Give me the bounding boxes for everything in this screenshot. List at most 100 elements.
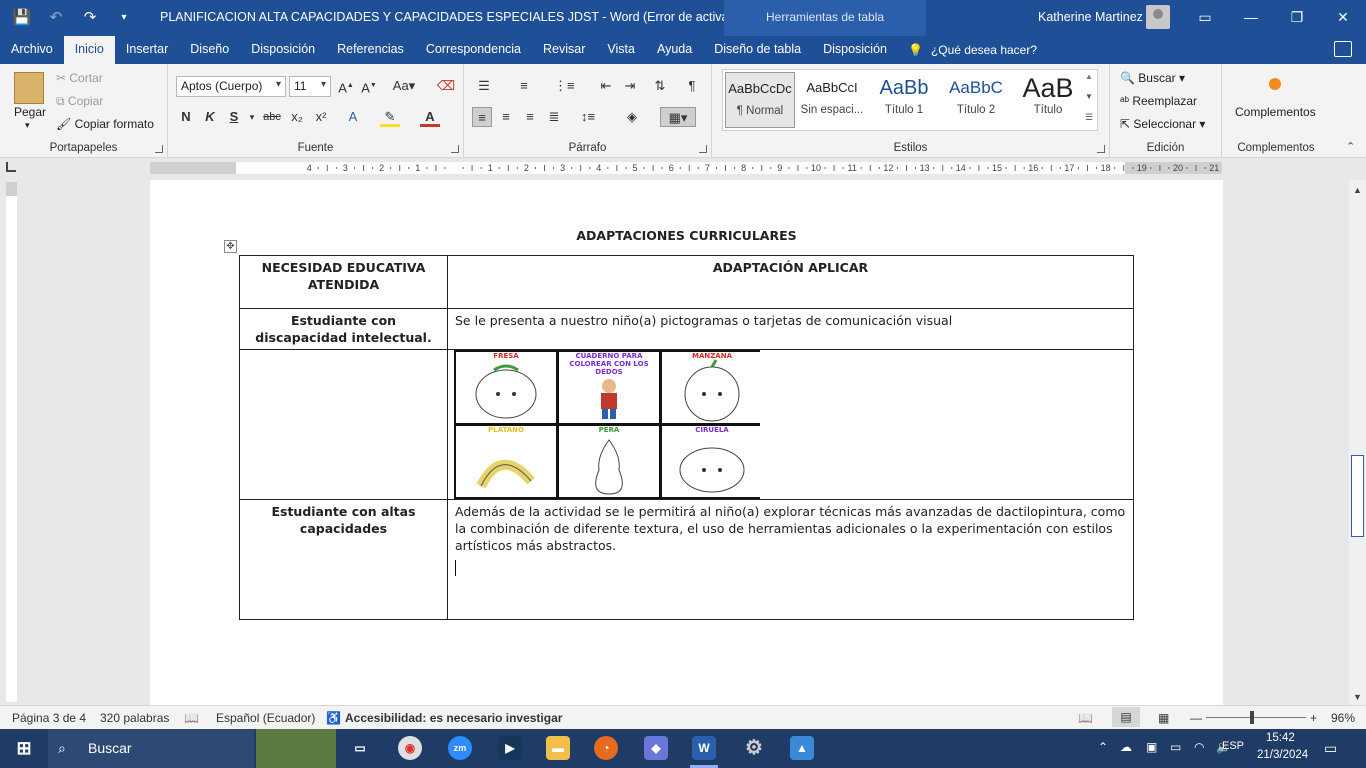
comments-icon[interactable] [1334,41,1352,57]
paste-icon[interactable] [14,72,44,104]
zoom-in-icon[interactable]: + [1310,711,1317,725]
strikethrough-icon[interactable]: abc [262,107,282,127]
italic-icon[interactable]: K [200,107,220,127]
addins-button[interactable]: Complementos [1235,105,1316,119]
scroll-down-icon[interactable]: ▼ [1349,689,1366,705]
styles-scroll-up-icon[interactable]: ▲ [1085,72,1093,81]
decrease-indent-icon[interactable]: ⇤ [596,76,616,96]
paragraph-launcher-icon[interactable] [699,145,707,153]
close-icon[interactable]: ✕ [1320,0,1366,34]
print-layout-icon[interactable]: ▤ [1112,707,1140,727]
tab-diseno[interactable]: Diseño [179,36,240,64]
highlight-icon[interactable]: ✎ [380,107,400,127]
zoom-slider[interactable] [1206,717,1306,718]
restore-icon[interactable]: ❐ [1274,0,1320,34]
clock-date[interactable]: 21/3/2024 [1257,749,1308,761]
task-view-icon[interactable]: ▭ [348,736,372,760]
zoom-level[interactable]: 96% [1331,711,1355,725]
shading-icon[interactable]: ◈ [622,107,642,127]
cloud-icon[interactable]: ☁ [1120,740,1132,754]
style-no-spacing[interactable]: AaBbCcI Sin espaci... [797,72,867,128]
text-effects-icon[interactable]: A [343,107,363,127]
web-layout-icon[interactable]: ▦ [1158,711,1169,725]
clock-time[interactable]: 15:42 [1266,732,1295,744]
copy-button[interactable]: ⧉ Copiar [56,94,103,109]
grow-font-icon[interactable]: A▲ [336,76,356,96]
firefox-icon[interactable]: ◔ [594,736,618,760]
windows-start-icon[interactable]: ⊞ [12,736,36,760]
tab-correspondencia[interactable]: Correspondencia [415,36,532,64]
subscript-icon[interactable]: x₂ [287,107,307,127]
app-icon[interactable]: ▶ [498,736,522,760]
word-count[interactable]: 320 palabras [100,711,169,725]
word-icon[interactable]: W [692,736,716,760]
paste-dropdown-icon[interactable]: ▾ [25,120,30,131]
wifi-icon[interactable]: ◠ [1194,740,1204,754]
align-right-icon[interactable]: ≡ [520,107,540,127]
tab-insertar[interactable]: Insertar [115,36,179,64]
redo-icon[interactable]: ↷ [80,8,100,28]
tab-referencias[interactable]: Referencias [326,36,415,64]
battery-icon[interactable]: ▭ [1170,740,1181,754]
styles-scroll-down-icon[interactable]: ▼ [1085,92,1093,101]
table-move-handle-icon[interactable]: ✥ [224,240,237,253]
vertical-scrollbar[interactable]: ▲ ▼ [1349,180,1366,705]
tab-selector-icon[interactable] [6,162,16,172]
vertical-ruler[interactable] [6,182,17,702]
bullets-icon[interactable]: ☰ [474,76,494,96]
font-color-icon[interactable]: A [420,107,440,127]
customize-qat-icon[interactable]: ▾ [114,8,134,28]
minimize-icon[interactable]: — [1228,0,1274,34]
justify-icon[interactable]: ≣ [544,107,564,127]
addins-icon[interactable] [1269,78,1281,90]
app-2-icon[interactable]: ◆ [644,736,668,760]
tab-archivo[interactable]: Archivo [0,36,64,64]
row1-adaptation-cell[interactable]: Se le presenta a nuestro niño(a) pictogr… [447,308,1134,350]
sort-icon[interactable]: ⇅ [650,76,670,96]
style-heading-1[interactable]: AaBb Título 1 [869,72,939,128]
clipboard-launcher-icon[interactable] [155,145,163,153]
tray-chevron-icon[interactable]: ⌃ [1098,740,1108,754]
borders-icon[interactable]: ▦▾ [660,107,696,127]
style-normal[interactable]: AaBbCcDc ¶ Normal [725,72,795,128]
page-count[interactable]: Página 3 de 4 [12,711,86,725]
meet-icon[interactable]: ▣ [1146,740,1157,754]
row3-need-cell[interactable]: Estudiante con altas capacidades [239,499,448,620]
proofing-icon[interactable]: 📖 [184,711,199,725]
zoom-app-icon[interactable]: zm [448,736,472,760]
tab-vista[interactable]: Vista [596,36,646,64]
increase-indent-icon[interactable]: ⇥ [620,76,640,96]
bold-icon[interactable]: N [176,107,196,127]
font-launcher-icon[interactable] [451,145,459,153]
show-marks-icon[interactable]: ¶ [682,76,702,96]
row3-adaptation-cell[interactable]: Además de la actividad se le permitirá a… [447,499,1134,620]
read-mode-icon[interactable]: 📖 [1078,711,1093,725]
document-page[interactable]: ADAPTACIONES CURRICULARES ✥ NECESIDAD ED… [150,180,1223,705]
pictogram-image[interactable]: FRESA CUADERNO PARA COLOREAR CON LOS DED… [454,350,762,499]
row2-picture-cell[interactable]: FRESA CUADERNO PARA COLOREAR CON LOS DED… [447,349,1134,500]
chrome-icon[interactable]: ◉ [398,736,422,760]
tab-revisar[interactable]: Revisar [532,36,596,64]
tab-inicio[interactable]: Inicio [63,36,115,64]
find-button[interactable]: 🔍 Buscar ▾ [1120,71,1185,85]
accessibility-icon[interactable]: ♿ [326,711,341,725]
user-name[interactable]: Katherine Martinez [1038,10,1143,24]
tab-diseno-de-tabla[interactable]: Diseño de tabla [703,36,812,64]
replace-button[interactable]: ᵃᵇ Reemplazar [1120,94,1197,108]
superscript-icon[interactable]: x² [311,107,331,127]
collapse-ribbon-icon[interactable]: ⌃ [1346,140,1355,153]
underline-icon[interactable]: S [224,107,244,127]
row1-need-cell[interactable]: Estudiante con discapacidad intelectual. [239,308,448,350]
settings-icon[interactable]: ⚙ [742,736,766,760]
font-size-combo[interactable]: 11 [289,76,331,97]
save-icon[interactable]: 💾 [12,8,32,28]
format-painter-button[interactable]: 🖌 Copiar formato [56,117,154,131]
style-title[interactable]: AaB Título [1013,72,1083,128]
align-left-icon[interactable]: ≡ [472,107,492,127]
scroll-thumb[interactable] [1351,455,1364,537]
styles-launcher-icon[interactable] [1097,145,1105,153]
tell-me-box[interactable]: 💡 ¿Qué desea hacer? [898,36,1037,64]
cut-button[interactable]: ✂ Cortar [56,71,103,85]
styles-more-icon[interactable]: ☰ [1085,112,1093,123]
style-heading-2[interactable]: AaBbC Título 2 [941,72,1011,128]
